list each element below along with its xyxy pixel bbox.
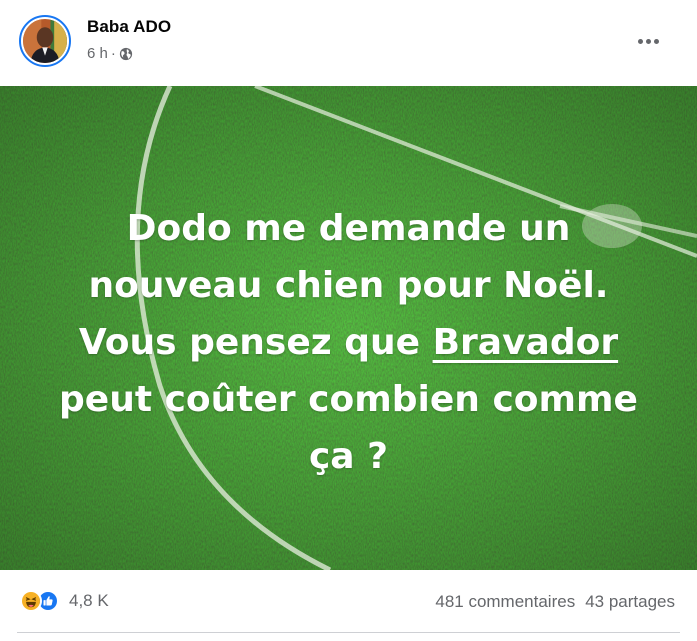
globe-icon (119, 47, 133, 61)
footer-divider (17, 632, 680, 633)
caption-line: Vous pensez que Bravador (0, 314, 697, 371)
mention-link[interactable]: Bravador (433, 322, 619, 363)
post-stats: 481 commentaires 43 partages (435, 592, 675, 612)
post-footer: 4,8 K 481 commentaires 43 partages (0, 570, 697, 641)
post-header: Baba ADO 6 h · (0, 0, 697, 86)
shares-count-link[interactable]: 43 partages (585, 592, 675, 612)
facebook-post: Baba ADO 6 h · Dodo me demande un nouvea… (0, 0, 697, 641)
caption-line: Dodo me demande un (126, 208, 571, 249)
post-timestamp[interactable]: 6 h (87, 45, 108, 62)
caption-line: peut coûter combien comme (59, 379, 638, 420)
author-name[interactable]: Baba ADO (87, 17, 171, 37)
avatar-photo (23, 19, 67, 63)
caption-line-text: Vous pensez que (78, 322, 433, 363)
caption-line: ça ? (308, 436, 389, 477)
post-image[interactable]: Dodo me demande un nouveau chien pour No… (0, 86, 697, 570)
comments-count-link[interactable]: 481 commentaires (435, 592, 575, 612)
more-horizontal-icon (637, 38, 643, 44)
haha-reaction-icon (20, 590, 42, 612)
meta-separator: · (110, 45, 116, 62)
more-dot (645, 38, 651, 44)
reaction-count: 4,8 K (69, 591, 109, 610)
post-options-button[interactable] (630, 27, 666, 55)
image-caption-text: Dodo me demande un nouveau chien pour No… (0, 200, 697, 485)
reactions-summary[interactable]: 4,8 K (20, 590, 109, 612)
more-dot (653, 38, 659, 44)
author-avatar[interactable] (19, 15, 71, 67)
caption-line: nouveau chien pour Noël. (88, 265, 609, 306)
post-meta: 6 h · (87, 45, 133, 62)
